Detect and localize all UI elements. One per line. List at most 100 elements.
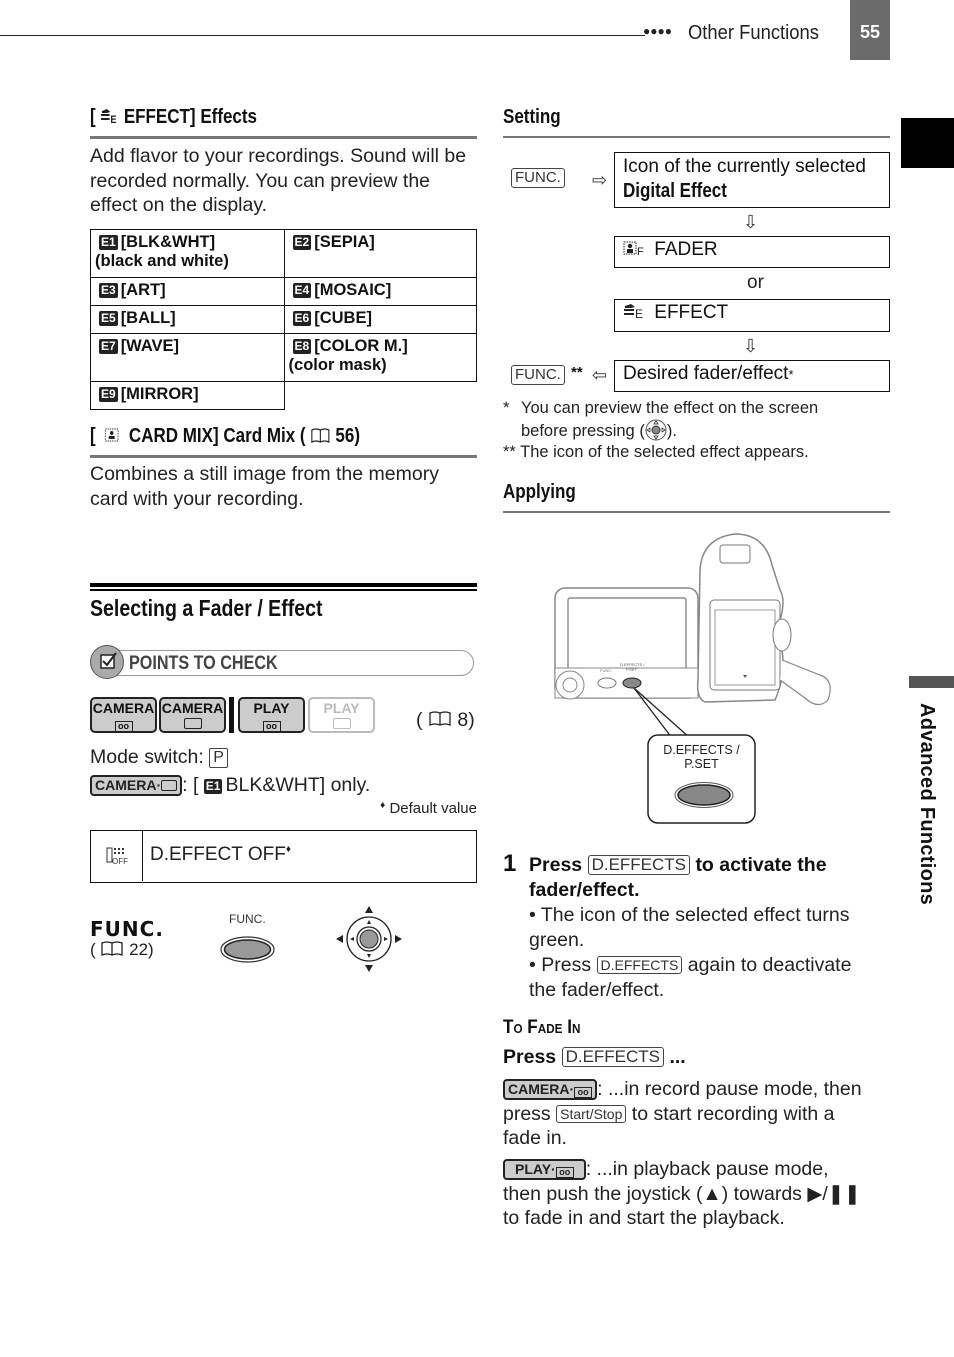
svg-text:P.SET: P.SET: [684, 757, 719, 771]
double-asterisk: **: [571, 364, 583, 381]
effect-label: [MOSAIC]: [314, 281, 392, 299]
desired-effect-box: Desired fader/effect*: [614, 360, 890, 392]
effect-option: E1 [BLK&WHT] (black and white): [90, 229, 285, 278]
section-rule-thick: [90, 583, 477, 587]
camera-tape-pill: CAMERA· oo: [503, 1079, 598, 1100]
arrow-right-icon: ⇨: [592, 170, 608, 190]
mode-label: CAMERA: [92, 700, 155, 716]
setting-rule: [503, 136, 890, 138]
svg-text:FUNC.: FUNC.: [600, 668, 612, 673]
effect-option: E3 [ART]: [90, 277, 285, 306]
effect-label: [SEPIA]: [314, 233, 375, 251]
mode-label: PLAY: [323, 700, 360, 716]
svg-text:F: F: [637, 246, 644, 256]
effect-number-badge: E8: [292, 339, 312, 354]
section-rule-thin: [90, 589, 477, 591]
effects-table-row: E3 [ART] E4 [MOSAIC]: [90, 277, 478, 306]
page-number: 55: [850, 0, 890, 60]
effect-option: E9 [MIRROR]: [90, 381, 285, 410]
checkmark-icon: [90, 645, 124, 679]
setting-footnotes: * You can preview the effect on the scree…: [503, 398, 893, 463]
effects-table: E1 [BLK&WHT] (black and white) E2 [SEPIA] E3[…: [90, 229, 478, 410]
header-section-title: Other Functions: [688, 22, 819, 44]
mode-play-card: PLAY: [308, 697, 375, 733]
effect-number-badge: E1: [99, 235, 118, 250]
effect-number-badge: E9: [99, 387, 118, 402]
card-icon: [332, 718, 351, 729]
e1-badge: E1: [203, 779, 223, 794]
effect-label: [ART]: [120, 281, 166, 299]
footnote-1: * You can preview the effect on the scree…: [503, 399, 819, 417]
fade-in-title: To Fade In: [503, 1017, 581, 1038]
effect-icon: E: [100, 107, 119, 126]
tape-icon: oo: [555, 1167, 574, 1178]
effect-label: [MIRROR]: [120, 385, 199, 403]
arrow-left-icon: ⇦: [592, 365, 608, 385]
mode-label: PLAY: [253, 700, 290, 716]
selecting-title: Selecting a Fader / Effect: [90, 595, 323, 621]
func-button[interactable]: [220, 936, 275, 963]
current-effect-box: Icon of the currently selected Digital E…: [614, 152, 890, 208]
mode-switch-value: P: [209, 748, 228, 768]
func-button-caption: FUNC.: [229, 912, 266, 926]
effect-option: E7 [WAVE]: [90, 333, 285, 382]
bullet-1: • The icon of the selected effect turns …: [529, 904, 850, 951]
effect-number-badge: E7: [99, 339, 118, 354]
applying-title: Applying: [503, 481, 576, 503]
mode-label: CAMERA: [161, 700, 224, 716]
effects-table-row: E9 [MIRROR]: [90, 381, 477, 410]
effect-label: [CUBE]: [314, 309, 372, 327]
footnote-2: ** The icon of the selected effect appea…: [503, 443, 809, 461]
svg-text:E: E: [635, 307, 643, 319]
svg-text:OFF: OFF: [112, 857, 128, 866]
play-tape-pill: PLAY· oo: [503, 1159, 586, 1180]
arrow-down-icon: ⇩: [743, 212, 759, 232]
joystick-icon[interactable]: [334, 904, 404, 974]
func-key: FUNC.: [511, 168, 565, 188]
effects-section: [ E EFFECT] Effects Add flavor to your r…: [90, 106, 477, 218]
d-effect-off-icon: OFF: [91, 831, 143, 881]
effect-label: [WAVE]: [120, 337, 180, 355]
footnote-1-cont: before pressing ().: [503, 419, 893, 442]
svg-text:D.EFFECTS /: D.EFFECTS /: [663, 743, 740, 757]
mode-camera-card: CAMERA: [159, 697, 226, 733]
step-1-instruction: Press D.EFFECTS to activate the: [529, 854, 827, 876]
card-mix-icon: [104, 426, 121, 442]
camcorder-illustration: FUNC. D.EFFECTS / P.SET D.EFFECTS / P.SE…: [550, 530, 840, 830]
effect-number-badge: E5: [99, 311, 118, 326]
setting-options-table: OFF D.EFFECT OFF♦: [90, 830, 477, 883]
effects-table-row: E7 [WAVE] E8 [COLOR M.] (color mask): [90, 333, 478, 382]
book-icon: [310, 427, 330, 443]
effects-rule: [90, 136, 477, 139]
fade-in-camera: CAMERA· oo: ...in record pause mode, then…: [503, 1078, 862, 1149]
header-rule: [0, 35, 645, 36]
mode-switch-line: Mode switch: P: [90, 745, 228, 770]
card-mix-heading: [ CARD MIX] Card Mix ( 56): [90, 425, 360, 447]
effect-number-badge: E6: [292, 311, 312, 326]
effects-table-row: E5 [BALL] E6 [CUBE]: [90, 305, 478, 334]
setting-title: Setting: [503, 106, 561, 128]
tape-icon: oo: [262, 721, 281, 732]
effect-option: E6 [CUBE]: [283, 305, 478, 334]
card-mix-description: Combines a still image from the memory c…: [90, 463, 439, 510]
effect-label: [BALL]: [120, 309, 176, 327]
effects-table-row: E1 [BLK&WHT] (black and white) E2 [SEPIA]: [90, 229, 478, 278]
effect-option: E8 [COLOR M.] (color mask): [283, 333, 478, 382]
func-label: FUNC.: [90, 917, 164, 941]
effect-option-box: E EFFECT: [614, 299, 890, 332]
book-icon: [428, 710, 452, 726]
points-to-check-banner: POINTS TO CHECK: [90, 645, 474, 679]
tape-icon: oo: [574, 1087, 593, 1098]
mode-separator: [229, 697, 234, 733]
effect-icon: E: [623, 302, 649, 321]
effect-sublabel: (color mask): [288, 356, 387, 374]
applying-rule: [503, 511, 890, 513]
arrow-down-icon: ⇩: [743, 336, 759, 356]
points-to-check-label: POINTS TO CHECK: [129, 653, 278, 674]
effect-number-badge: E3: [99, 283, 118, 298]
joystick-icon: [645, 419, 667, 441]
func-key-return: FUNC.: [511, 365, 565, 385]
card-mix-section: [ CARD MIX] Card Mix ( 56) Combines a st…: [90, 425, 477, 511]
mode-camera-tape: CAMERA oo: [90, 697, 157, 733]
card-mix-rule: [90, 455, 477, 458]
